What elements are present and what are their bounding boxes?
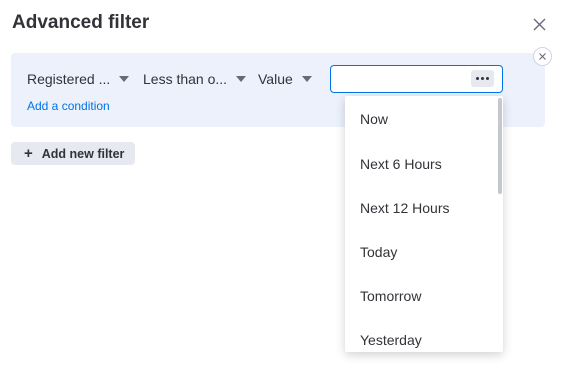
value-input-field[interactable] [330,65,503,93]
close-icon [539,53,546,60]
dialog-title: Advanced filter [12,12,150,33]
value-type-select[interactable]: Value [258,66,312,92]
value-type-select-label: Value [258,71,293,87]
add-condition-link[interactable]: Add a condition [27,99,110,113]
dropdown-option-tomorrow[interactable]: Tomorrow [360,288,421,304]
value-input[interactable] [337,69,467,89]
close-icon [533,18,545,30]
ellipsis-icon [476,77,479,80]
column-select-label: Registered ... [27,71,111,87]
dropdown-option-next-6-hours[interactable]: Next 6 Hours [360,156,442,172]
condition-select-label: Less than o... [143,71,228,87]
caret-down-icon [301,76,312,82]
dropdown-option-today[interactable]: Today [360,244,397,260]
date-options-dropdown: Now Next 6 Hours Next 12 Hours Today Tom… [345,96,503,352]
caret-down-icon [236,76,247,82]
more-options-button[interactable] [471,70,494,87]
column-select[interactable]: Registered ... [27,66,130,92]
caret-down-icon [119,76,130,82]
add-new-filter-label: Add new filter [41,146,125,161]
condition-select[interactable]: Less than o... [143,66,247,92]
remove-filter-group-button[interactable] [533,47,552,66]
dropdown-option-yesterday[interactable]: Yesterday [360,332,422,348]
ellipsis-dot [481,77,484,80]
dropdown-scrollbar-thumb[interactable] [498,98,502,194]
dropdown-option-next-12-hours[interactable]: Next 12 Hours [360,200,449,216]
add-new-filter-button[interactable]: + Add new filter [11,142,135,165]
close-dialog-button[interactable] [527,12,551,36]
dropdown-option-now[interactable]: Now [360,111,388,127]
ellipsis-dot [486,77,489,80]
plus-icon: + [24,145,33,162]
